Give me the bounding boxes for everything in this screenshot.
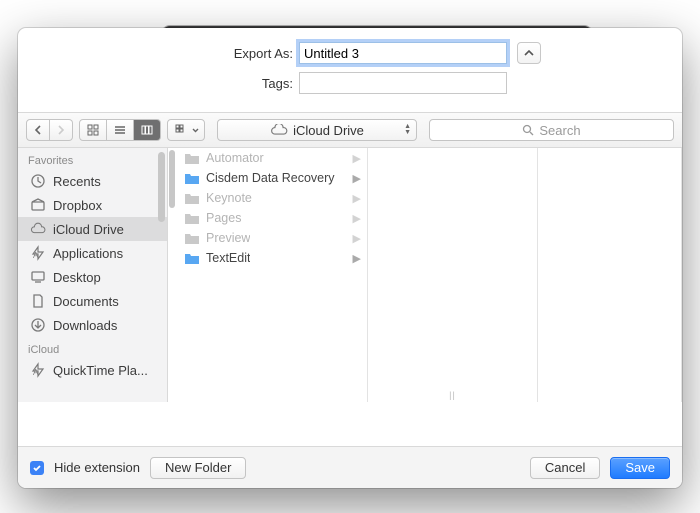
folder-label: Cisdem Data Recovery: [206, 171, 335, 185]
export-as-input[interactable]: [299, 42, 507, 64]
svg-text:A: A: [33, 251, 39, 260]
sidebar-item-documents[interactable]: Documents: [18, 289, 167, 313]
file-browser: Favorites Recents Dropbox iCloud Drive A Appl…: [18, 148, 682, 402]
sidebar-item-label: Dropbox: [53, 198, 102, 213]
sidebar-item-label: Applications: [53, 246, 123, 261]
search-icon: [522, 124, 534, 136]
folder-icon: [184, 152, 200, 165]
stepper-icon: ▲▼: [404, 124, 411, 136]
column-2: [538, 148, 682, 402]
save-sheet-header: Export As: Tags:: [18, 28, 682, 112]
sidebar-item-label: Recents: [53, 174, 101, 189]
chevron-right-icon: ▶: [353, 252, 361, 265]
chevron-right-icon: ▶: [353, 212, 361, 225]
folder-icon: [184, 252, 200, 265]
folder-icon: [184, 192, 200, 205]
folder-label: TextEdit: [206, 251, 250, 265]
folder-label: Preview: [206, 231, 250, 245]
dialog-footer: Hide extension New Folder Cancel Save: [18, 446, 682, 488]
folder-icon: [184, 172, 200, 185]
sidebar: Favorites Recents Dropbox iCloud Drive A Appl…: [18, 148, 168, 402]
chevron-right-icon: ▶: [353, 172, 361, 185]
chevron-right-icon: ▶: [353, 192, 361, 205]
column-0: Automator▶Cisdem Data Recovery▶Keynote▶P…: [168, 148, 368, 402]
apps-icon: A: [30, 362, 46, 378]
sidebar-item-label: Desktop: [53, 270, 101, 285]
cloud-icon: [270, 124, 288, 136]
view-list-button[interactable]: [107, 119, 134, 141]
apps-icon: A: [30, 245, 46, 261]
save-dialog: Export As: Tags:: [18, 28, 682, 488]
folder-label: Pages: [206, 211, 241, 225]
cloud-icon: [30, 221, 46, 237]
back-button[interactable]: [26, 119, 50, 141]
column-scrollbar[interactable]: [169, 150, 175, 208]
folder-item[interactable]: Pages ▶: [178, 208, 367, 228]
new-folder-button[interactable]: New Folder: [150, 457, 246, 479]
clock-icon: [30, 173, 46, 189]
location-label: iCloud Drive: [293, 123, 364, 138]
folder-icon: [184, 212, 200, 225]
sidebar-item-dropbox[interactable]: Dropbox: [18, 193, 167, 217]
svg-text:A: A: [33, 368, 39, 377]
folder-item[interactable]: Cisdem Data Recovery ▶: [178, 168, 367, 188]
desktop-icon: [30, 269, 46, 285]
sidebar-item-quicktime-pla-[interactable]: A QuickTime Pla...: [18, 358, 167, 382]
sidebar-scrollbar[interactable]: [158, 152, 165, 222]
search-field[interactable]: Search: [429, 119, 674, 141]
sidebar-item-recents[interactable]: Recents: [18, 169, 167, 193]
dropbox-icon: [30, 197, 46, 213]
sidebar-item-applications[interactable]: A Applications: [18, 241, 167, 265]
chevron-right-icon: ▶: [353, 152, 361, 165]
view-icon-button[interactable]: [79, 119, 107, 141]
view-mode-segment: [79, 119, 161, 141]
sidebar-item-label: QuickTime Pla...: [53, 363, 148, 378]
sidebar-item-desktop[interactable]: Desktop: [18, 265, 167, 289]
downloads-icon: [30, 317, 46, 333]
folder-item[interactable]: Preview ▶: [178, 228, 367, 248]
chevron-right-icon: ▶: [353, 232, 361, 245]
forward-button[interactable]: [50, 119, 73, 141]
folder-icon: [184, 232, 200, 245]
export-as-label: Export As:: [159, 46, 299, 61]
group-by-button[interactable]: [167, 119, 205, 141]
sidebar-item-label: Documents: [53, 294, 119, 309]
sidebar-item-icloud-drive[interactable]: iCloud Drive: [18, 217, 167, 241]
tags-label: Tags:: [159, 76, 299, 91]
sidebar-item-downloads[interactable]: Downloads: [18, 313, 167, 337]
folder-label: Keynote: [206, 191, 252, 205]
chevron-up-icon: [524, 50, 534, 57]
group-by-segment: [167, 119, 205, 141]
folder-item[interactable]: TextEdit ▶: [178, 248, 367, 268]
sidebar-item-label: Downloads: [53, 318, 117, 333]
collapse-toggle-button[interactable]: [517, 42, 541, 64]
folder-item[interactable]: Automator ▶: [178, 148, 367, 168]
cancel-button[interactable]: Cancel: [530, 457, 600, 479]
view-column-button[interactable]: [134, 119, 161, 141]
save-button[interactable]: Save: [610, 457, 670, 479]
column-resize-handle[interactable]: ||: [449, 390, 456, 400]
sidebar-section-header: iCloud: [18, 337, 167, 358]
browser-toolbar: iCloud Drive ▲▼ Search: [18, 112, 682, 148]
hide-extension-label: Hide extension: [54, 460, 140, 475]
sidebar-item-label: iCloud Drive: [53, 222, 124, 237]
documents-icon: [30, 293, 46, 309]
tags-input[interactable]: [299, 72, 507, 94]
sidebar-section-header: Favorites: [18, 148, 167, 169]
folder-item[interactable]: Keynote ▶: [178, 188, 367, 208]
hide-extension-checkbox[interactable]: [30, 461, 44, 475]
nav-back-forward: [26, 119, 73, 141]
location-popup[interactable]: iCloud Drive ▲▼: [217, 119, 417, 141]
column-1: ||: [368, 148, 538, 402]
search-placeholder: Search: [539, 123, 580, 138]
folder-label: Automator: [206, 151, 264, 165]
